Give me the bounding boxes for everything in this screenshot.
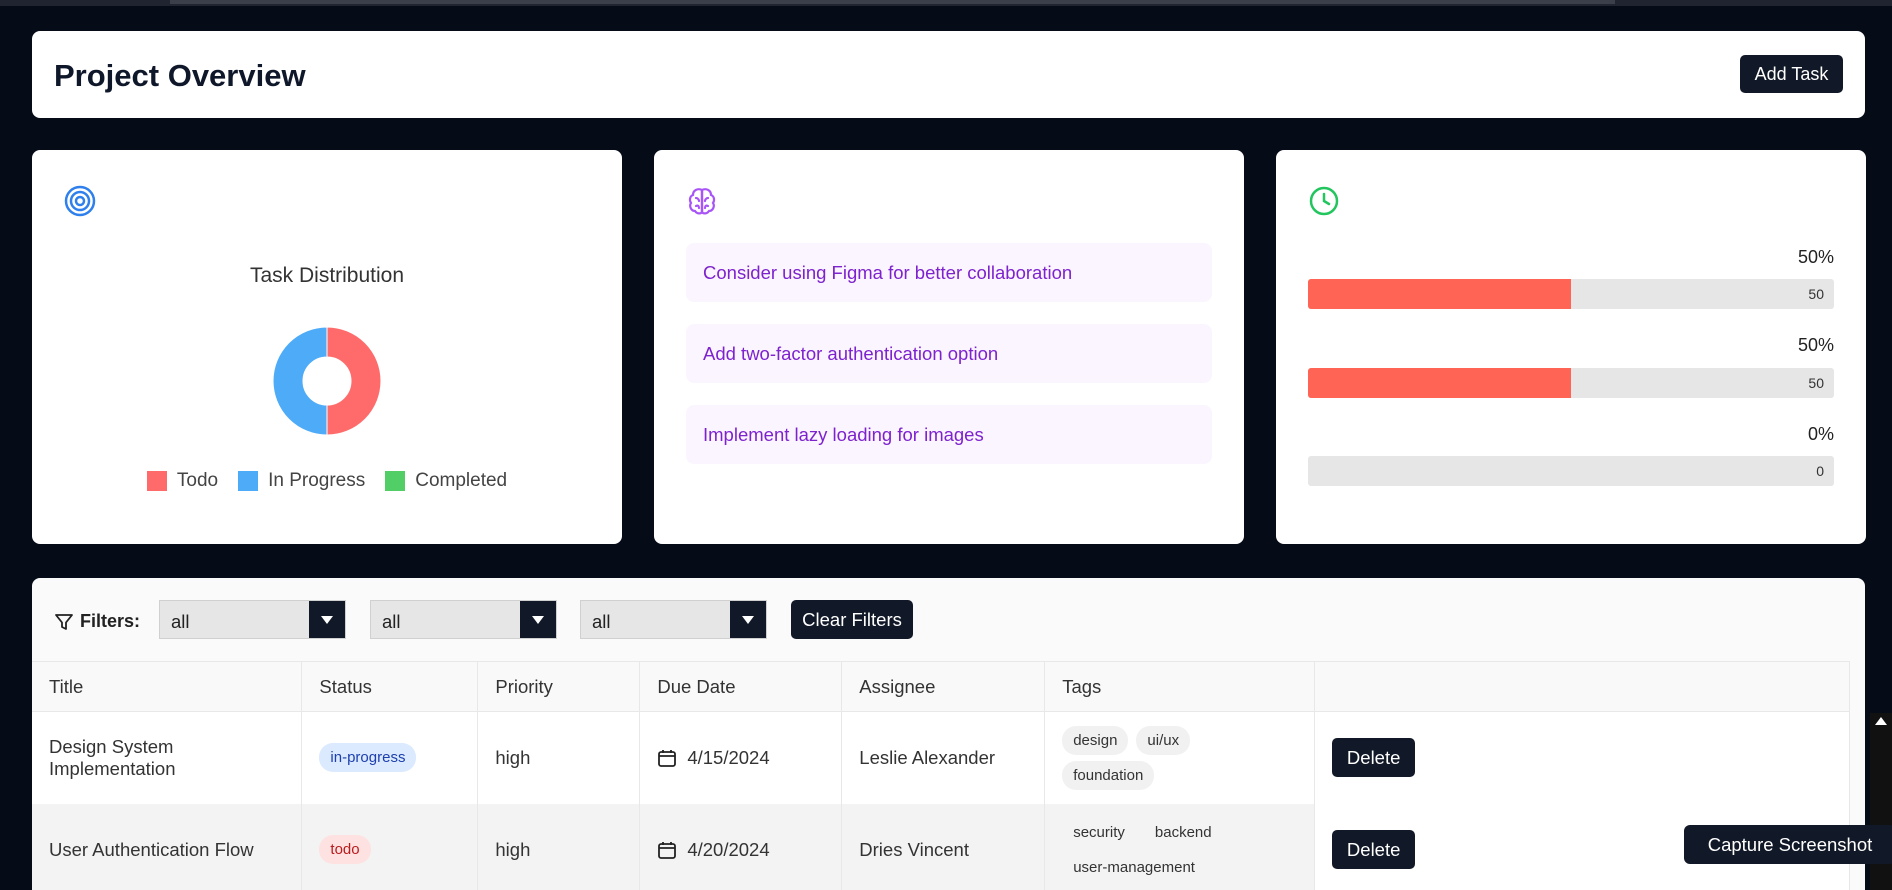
- progress-bar: 50: [1308, 368, 1834, 398]
- table-row[interactable]: User Authentication Flow todo high 4/20/…: [32, 803, 1850, 890]
- donut-slice-in-progress[interactable]: [272, 326, 328, 436]
- legend-item-completed[interactable]: Completed: [385, 470, 507, 492]
- chart-legend: Todo In Progress Completed: [32, 470, 622, 492]
- task-title: User Authentication Flow: [32, 803, 303, 890]
- due-date: 4/15/2024: [687, 746, 770, 768]
- progress-percent-label: 0%: [1807, 424, 1834, 444]
- assignee-filter-select[interactable]: all: [580, 600, 767, 639]
- clear-filters-button[interactable]: Clear Filters: [791, 600, 913, 639]
- add-task-button[interactable]: Add Task: [1740, 55, 1843, 93]
- progress-bar-value: 50: [1808, 375, 1824, 391]
- filters-label: Filters:: [54, 611, 140, 632]
- suggestion-item: Add two-factor authentication option: [686, 324, 1212, 383]
- progress-percent-label: 50%: [1797, 335, 1834, 355]
- progress-card: 50% 50 50% 50 0% 0: [1276, 150, 1866, 544]
- legend-label: In Progress: [268, 470, 366, 491]
- donut-slice-todo[interactable]: [326, 326, 382, 436]
- legend-item-in-progress[interactable]: In Progress: [238, 470, 365, 492]
- suggestion-item: Implement lazy loading for images: [686, 405, 1212, 464]
- brain-icon: [688, 188, 716, 215]
- table-row[interactable]: Design System Implementation in-progress…: [32, 711, 1850, 804]
- status-badge: todo: [319, 835, 371, 864]
- clock-icon: [1309, 186, 1339, 216]
- task-distribution-card: Task Distribution Todo In Progress Complet…: [32, 150, 622, 544]
- column-header-tags[interactable]: Tags: [1044, 661, 1316, 712]
- filters-label-text: Filters:: [80, 611, 141, 631]
- progress-bar-value: 0: [1816, 463, 1824, 479]
- assignee-cell: Dries Vincent: [841, 803, 1046, 890]
- tag: backend: [1154, 823, 1212, 841]
- progress-bar-value: 50: [1808, 286, 1824, 302]
- select-value: all: [382, 611, 401, 632]
- select-value: all: [592, 611, 611, 632]
- column-header-actions: [1314, 661, 1850, 712]
- column-header-assignee[interactable]: Assignee: [841, 661, 1046, 712]
- column-header-due-date[interactable]: Due Date: [639, 661, 843, 712]
- priority-filter-select[interactable]: all: [370, 600, 557, 639]
- task-table-panel: Filters: all all all Clear Filters Title…: [32, 578, 1865, 890]
- column-header-priority[interactable]: Priority: [477, 661, 641, 712]
- tags-cell: design ui/ux foundation: [1044, 711, 1316, 804]
- capture-screenshot-button[interactable]: Capture Screenshot: [1684, 825, 1892, 864]
- tag: user-management: [1073, 858, 1195, 876]
- calendar-icon: [658, 841, 677, 859]
- suggestions-card: Consider using Figma for better collabor…: [654, 150, 1244, 544]
- target-icon: [64, 185, 96, 217]
- tags-cell: security backend user-management: [1044, 803, 1316, 890]
- chevron-down-icon: [730, 601, 766, 638]
- legend-item-todo[interactable]: Todo: [146, 470, 219, 492]
- page-header: Project Overview Add Task: [32, 31, 1865, 118]
- priority-cell: high: [477, 711, 641, 804]
- legend-swatch: [238, 471, 259, 491]
- page-title: Project Overview: [54, 58, 306, 93]
- delete-button[interactable]: Delete: [1332, 738, 1416, 778]
- window-top-highlight: [170, 0, 1615, 4]
- legend-swatch: [146, 471, 167, 491]
- tag: ui/ux: [1136, 725, 1191, 755]
- legend-label: Completed: [415, 470, 508, 491]
- progress-bar: 0: [1308, 456, 1834, 486]
- legend-label: Todo: [176, 470, 219, 491]
- tag: security: [1073, 823, 1125, 841]
- chart-title: Task Distribution: [249, 264, 405, 287]
- scroll-up-arrow-icon[interactable]: [1875, 717, 1887, 725]
- progress-bar: 50: [1308, 279, 1834, 309]
- task-table: Title Status Priority Due Date Assignee …: [32, 661, 1850, 890]
- task-title: Design System Implementation: [32, 711, 303, 804]
- progress-bar-fill: [1308, 368, 1571, 398]
- filter-icon: [55, 613, 73, 630]
- delete-button[interactable]: Delete: [1332, 830, 1416, 869]
- tag: design: [1062, 725, 1129, 755]
- legend-swatch: [385, 471, 406, 491]
- chevron-down-icon: [309, 601, 345, 638]
- tag: foundation: [1062, 760, 1155, 790]
- select-value: all: [171, 611, 190, 632]
- priority-cell: high: [477, 803, 641, 890]
- suggestion-item: Consider using Figma for better collabor…: [686, 243, 1212, 302]
- due-date-cell: 4/15/2024: [639, 711, 843, 804]
- due-date-cell: 4/20/2024: [639, 803, 843, 890]
- assignee-cell: Leslie Alexander: [841, 711, 1046, 804]
- actions-cell: Delete: [1314, 711, 1850, 804]
- calendar-icon: [658, 749, 677, 767]
- progress-bar-fill: [1308, 279, 1571, 309]
- status-cell: todo: [301, 803, 479, 890]
- table-header-row: Title Status Priority Due Date Assignee …: [32, 661, 1850, 712]
- task-distribution-donut: [272, 326, 382, 436]
- progress-percent-label: 50%: [1797, 247, 1834, 267]
- status-cell: in-progress: [301, 711, 479, 804]
- status-filter-select[interactable]: all: [159, 600, 346, 639]
- status-badge: in-progress: [319, 743, 417, 773]
- column-header-status[interactable]: Status: [301, 661, 479, 712]
- due-date: 4/20/2024: [687, 838, 770, 860]
- column-header-title[interactable]: Title: [32, 661, 303, 712]
- chevron-down-icon: [520, 601, 556, 638]
